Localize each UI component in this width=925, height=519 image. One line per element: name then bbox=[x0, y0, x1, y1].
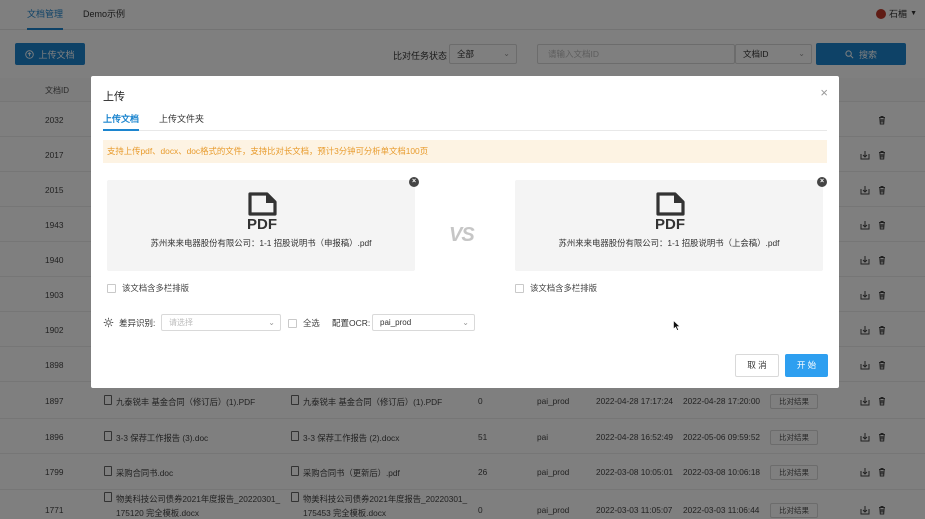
right-file-card[interactable]: PDF 苏州来来电器股份有限公司：1-1 招股说明书（上会稿）.pdf bbox=[515, 180, 823, 271]
tab-upload-document[interactable]: 上传文档 bbox=[103, 112, 140, 131]
left-multi-column-label: 该文档含多栏排版 bbox=[122, 283, 189, 293]
upload-notice: 支持上传pdf、docx、doc格式的文件，支持比对长文档，预计3分钟可分析单文… bbox=[103, 140, 827, 163]
checkbox-box[interactable] bbox=[515, 283, 524, 293]
left-multi-column-checkbox[interactable]: 该文档含多栏排版 bbox=[107, 282, 189, 294]
chevron-down-icon: ⌄ bbox=[462, 318, 469, 327]
mouse-cursor-icon bbox=[673, 320, 681, 331]
options-row: 差异识别: 请选择 ⌄ 全选 配置OCR: pai_prod ⌄ bbox=[103, 314, 503, 332]
ocr-config-label: 配置OCR: bbox=[332, 318, 371, 328]
ocr-config-value: pai_prod bbox=[380, 318, 412, 327]
diff-recognition-placeholder: 请选择 bbox=[169, 318, 193, 327]
pdf-file-icon: PDF bbox=[655, 192, 685, 232]
checkbox-box[interactable] bbox=[107, 283, 116, 293]
modal-title: 上传 bbox=[103, 91, 125, 103]
start-button[interactable]: 开 始 bbox=[785, 354, 828, 377]
remove-left-file-icon[interactable]: × bbox=[409, 177, 419, 187]
right-multi-column-label: 该文档含多栏排版 bbox=[530, 283, 597, 293]
remove-right-file-icon[interactable]: × bbox=[817, 177, 827, 187]
right-file-name: 苏州来来电器股份有限公司：1-1 招股说明书（上会稿）.pdf bbox=[558, 238, 780, 248]
chevron-down-icon: ⌄ bbox=[268, 318, 275, 327]
pdf-label: PDF bbox=[655, 216, 685, 232]
left-file-name: 苏州来来电器股份有限公司：1-1 招股说明书（申报稿）.pdf bbox=[150, 238, 372, 248]
vs-label: VS bbox=[449, 224, 475, 246]
checkbox-box[interactable] bbox=[288, 318, 297, 328]
select-all-label: 全选 bbox=[303, 318, 320, 328]
gear-icon bbox=[103, 317, 114, 328]
tab-upload-folder[interactable]: 上传文件夹 bbox=[159, 112, 204, 131]
upload-modal: 上传 × 上传文档 上传文件夹 支持上传pdf、docx、doc格式的文件，支持… bbox=[91, 76, 839, 388]
pdf-label: PDF bbox=[247, 216, 277, 232]
select-all-checkbox[interactable]: 全选 bbox=[288, 317, 320, 329]
right-multi-column-checkbox[interactable]: 该文档含多栏排版 bbox=[515, 282, 597, 294]
cancel-button[interactable]: 取 消 bbox=[735, 354, 779, 377]
pdf-file-icon: PDF bbox=[247, 192, 277, 232]
upload-tabs: 上传文档 上传文件夹 bbox=[103, 112, 827, 131]
left-file-card[interactable]: PDF 苏州来来电器股份有限公司：1-1 招股说明书（申报稿）.pdf bbox=[107, 180, 415, 271]
ocr-config-select[interactable]: pai_prod ⌄ bbox=[372, 314, 475, 331]
diff-recognition-select[interactable]: 请选择 ⌄ bbox=[161, 314, 281, 331]
diff-recognition-label: 差异识别: bbox=[119, 318, 156, 328]
close-icon[interactable]: × bbox=[820, 86, 828, 99]
